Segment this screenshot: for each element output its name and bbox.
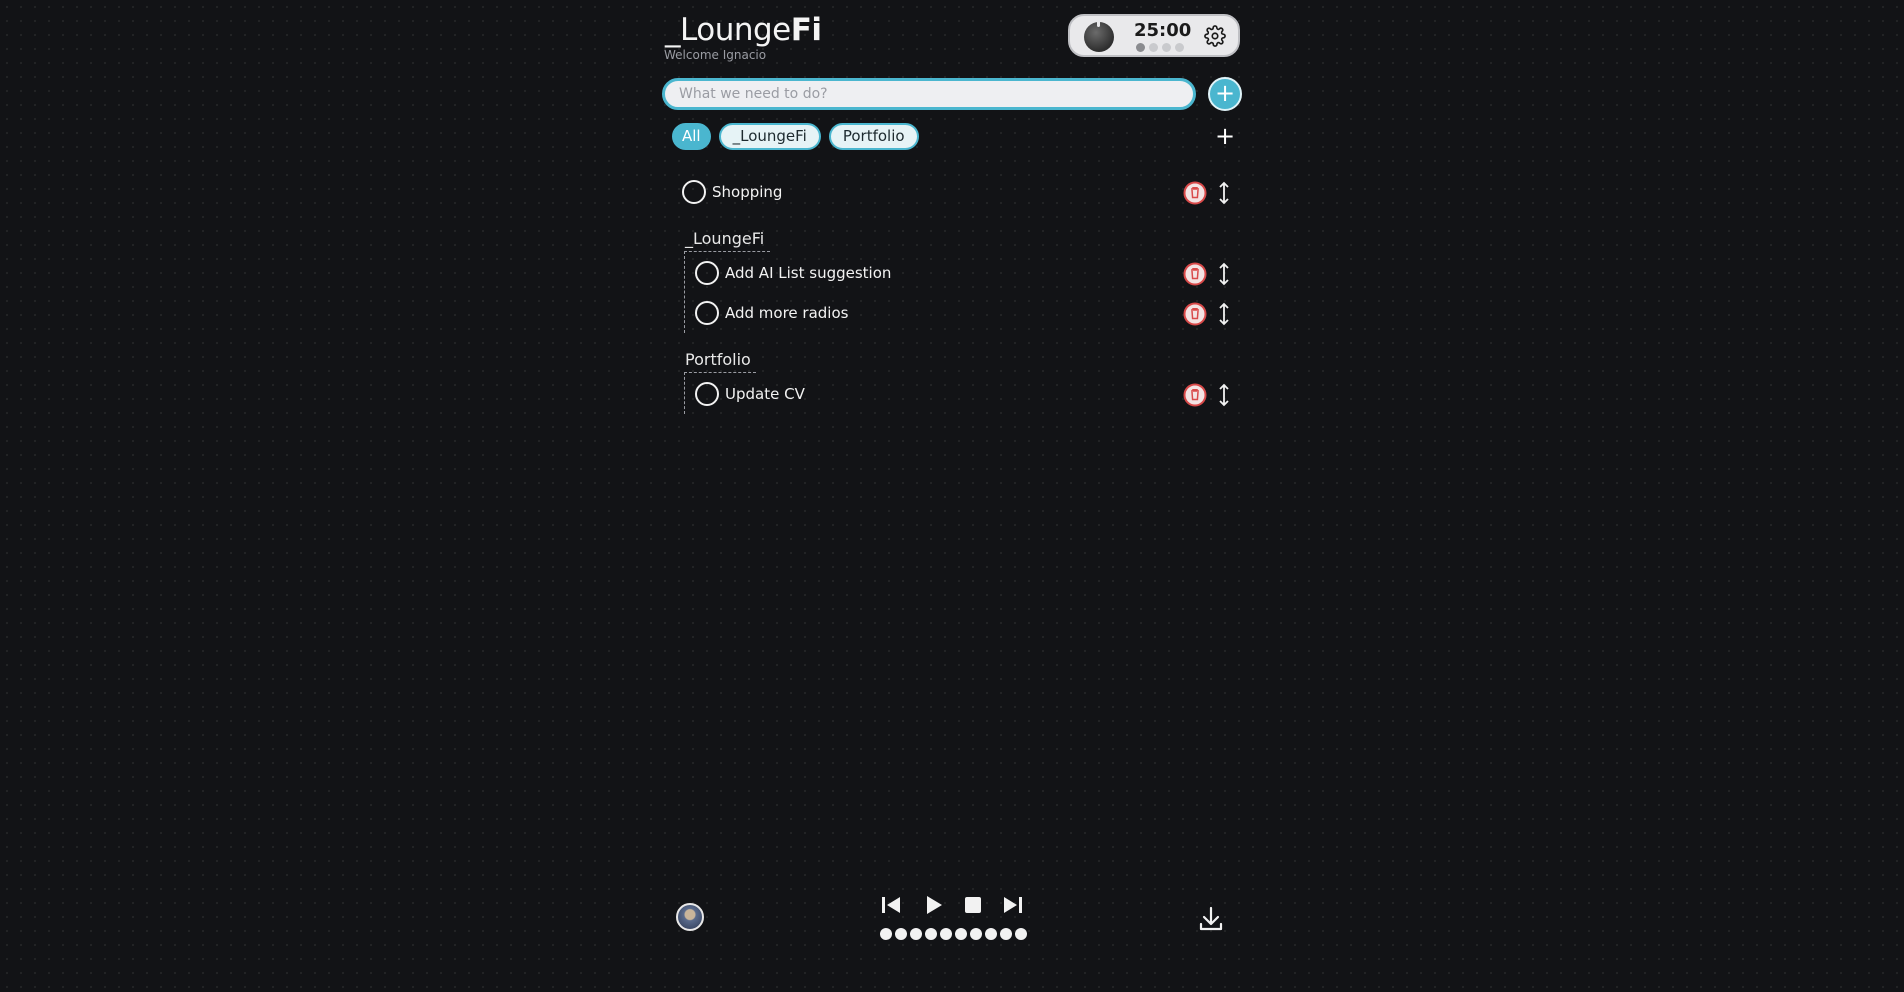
trash-icon[interactable]	[1183, 302, 1207, 326]
gear-icon[interactable]	[1204, 25, 1226, 47]
task-label: Update CV	[725, 385, 805, 403]
logo-prefix: _Lounge	[665, 12, 791, 48]
session-dot	[1149, 43, 1158, 52]
task-label: Add more radios	[725, 304, 849, 322]
task-input[interactable]	[662, 78, 1196, 110]
drag-arrows-icon[interactable]	[1216, 302, 1232, 326]
next-icon[interactable]	[1002, 894, 1024, 916]
radio-station-dot[interactable]	[970, 928, 982, 940]
list-item: Update CV	[662, 380, 1242, 408]
radio-station-dot[interactable]	[880, 928, 892, 940]
group-title: _LoungeFi	[685, 229, 765, 248]
radio-station-dot[interactable]	[910, 928, 922, 940]
add-task-button[interactable]: +	[1208, 77, 1242, 111]
add-list-button[interactable]: +	[1213, 124, 1237, 148]
play-icon[interactable]	[924, 894, 944, 916]
list-item: Add more radios	[662, 299, 1242, 327]
timer-time: 25:00	[1134, 20, 1192, 41]
radio-station-selector	[880, 928, 1027, 940]
trash-icon[interactable]	[1183, 383, 1207, 407]
radio-station-dot[interactable]	[895, 928, 907, 940]
session-dot	[1162, 43, 1171, 52]
plus-icon: +	[1214, 79, 1236, 107]
download-icon[interactable]	[1198, 905, 1224, 933]
radio-station-dot[interactable]	[955, 928, 967, 940]
avatar[interactable]	[676, 903, 704, 931]
group-title: Portfolio	[685, 350, 751, 369]
tomato-icon	[1084, 19, 1114, 52]
app-container: _LoungeFi Welcome Ignacio 25:00 + All _L…	[662, 0, 1242, 992]
welcome-message: Welcome Ignacio	[664, 48, 767, 62]
list-item: Add AI List suggestion	[662, 259, 1242, 287]
list-item: Shopping	[662, 178, 1242, 206]
app-logo: _LoungeFi	[665, 12, 822, 48]
task-label: Add AI List suggestion	[725, 264, 892, 282]
session-dot	[1136, 43, 1145, 52]
drag-arrows-icon[interactable]	[1216, 262, 1232, 286]
radio-station-dot[interactable]	[1015, 928, 1027, 940]
trash-icon[interactable]	[1183, 181, 1207, 205]
group-divider	[684, 372, 756, 373]
trash-icon[interactable]	[1183, 262, 1207, 286]
task-checkbox[interactable]	[695, 261, 719, 285]
tab-all[interactable]: All	[672, 123, 711, 150]
radio-station-dot[interactable]	[940, 928, 952, 940]
drag-arrows-icon[interactable]	[1216, 383, 1232, 407]
plus-icon: +	[1214, 122, 1236, 150]
session-dots	[1136, 43, 1184, 52]
tab-loungefi[interactable]: _LoungeFi	[718, 123, 821, 150]
radio-station-dot[interactable]	[925, 928, 937, 940]
tab-portfolio[interactable]: Portfolio	[828, 123, 919, 150]
radio-station-dot[interactable]	[985, 928, 997, 940]
drag-arrows-icon[interactable]	[1216, 181, 1232, 205]
pomodoro-timer[interactable]: 25:00	[1068, 14, 1240, 57]
task-checkbox[interactable]	[695, 382, 719, 406]
task-label: Shopping	[712, 183, 783, 201]
session-dot	[1175, 43, 1184, 52]
radio-station-dot[interactable]	[1000, 928, 1012, 940]
task-checkbox[interactable]	[682, 180, 706, 204]
list-tabs: All _LoungeFi Portfolio	[672, 123, 919, 150]
group-divider	[684, 251, 770, 252]
stop-icon[interactable]	[964, 896, 982, 914]
task-checkbox[interactable]	[695, 301, 719, 325]
previous-icon[interactable]	[880, 894, 902, 916]
logo-suffix: Fi	[790, 12, 822, 48]
